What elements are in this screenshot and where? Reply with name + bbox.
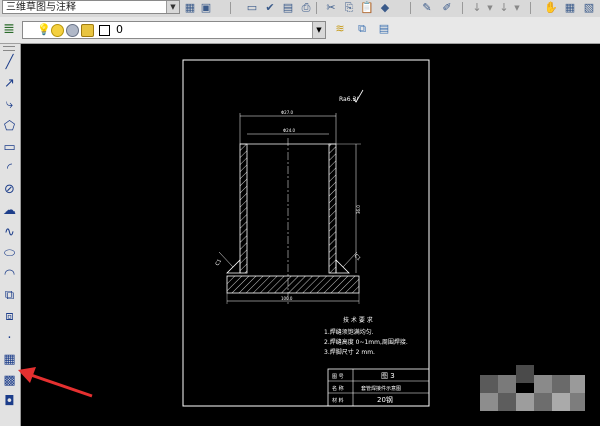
title-block-value-material: 20钢 — [377, 395, 393, 404]
table-style-icon[interactable]: ▦ — [183, 1, 197, 15]
arc-icon[interactable]: ◜ — [1, 159, 18, 179]
insert-block-icon[interactable]: ⧉ — [1, 286, 18, 306]
chamfer-left-label: C1 — [215, 258, 224, 267]
toolbar-divider — [530, 2, 531, 14]
chamfer-right-label: C1 — [353, 253, 362, 262]
point-icon[interactable]: · — [1, 329, 18, 349]
viewport-freeze-icon[interactable] — [66, 24, 79, 37]
open-file-icon[interactable]: ✔ — [263, 1, 277, 15]
layer-manager-icon[interactable]: ≣ — [3, 20, 15, 38]
brush-icon[interactable]: ✐ — [440, 1, 454, 15]
base-plate — [226, 275, 360, 294]
hatch-icon[interactable]: ▦ — [1, 350, 18, 370]
rectangle-icon[interactable]: ▭ — [1, 138, 18, 158]
layer-color-swatch — [99, 25, 110, 36]
title-block-value-drawing-no: 图 3 — [381, 372, 395, 380]
dim-outer-label: Φ27.0 — [281, 110, 294, 115]
sun-icon[interactable] — [51, 24, 64, 37]
title-block-label-material: 材 料 — [332, 397, 344, 404]
paste-icon[interactable]: 📋 — [360, 1, 374, 15]
leader-left — [218, 251, 234, 268]
ellipse-icon[interactable]: ⬭ — [1, 244, 18, 264]
save-file-icon[interactable]: ▤ — [281, 1, 295, 15]
construction-line-icon[interactable]: ↗ — [1, 74, 18, 94]
make-block-icon[interactable]: ⧈ — [1, 307, 18, 327]
toolbar-grip[interactable] — [3, 46, 15, 51]
tube-wall-right — [328, 143, 337, 274]
undo-icon[interactable]: ↓ — [470, 1, 484, 15]
tube-wall-left — [239, 143, 248, 274]
match-props-icon[interactable]: ◆ — [378, 1, 392, 15]
redo-icon[interactable]: ↓ — [497, 1, 511, 15]
layer-props-icon[interactable]: ▣ — [199, 1, 213, 15]
note-line-1: 1.焊缝须饱满均匀. — [324, 328, 374, 336]
spline-icon[interactable]: ∿ — [1, 223, 18, 243]
sheet-border — [182, 59, 430, 407]
toolbar-divider — [230, 2, 231, 14]
workspace-combo-value: 三维草图与注释 — [6, 2, 76, 13]
title-block: 图 号 图 3 名 称 套管焊接件示意图 材 料 20钢 — [327, 368, 430, 407]
dim-height-label: 36.0 — [356, 205, 361, 214]
title-block-label-drawing-no: 图 号 — [332, 374, 344, 380]
new-file-icon[interactable]: ▭ — [245, 1, 259, 15]
toolbar-divider — [410, 2, 411, 14]
dim-inner-label: Φ24.0 — [283, 128, 296, 133]
copy-icon[interactable]: ⎘ — [342, 1, 356, 15]
region-icon[interactable]: ◘ — [1, 392, 18, 412]
layer-previous-icon[interactable]: ⧉ — [355, 22, 369, 36]
zoom-previous-icon[interactable]: ▧ — [582, 1, 596, 15]
polygon-icon[interactable]: ⬠ — [1, 117, 18, 137]
title-block-label-name: 名 称 — [332, 385, 344, 392]
make-current-layer-icon[interactable]: ≋ — [333, 22, 347, 36]
print-icon[interactable]: ⎙ — [299, 1, 313, 15]
lock-icon[interactable] — [81, 24, 94, 37]
ellipse-arc-icon[interactable]: ◠ — [1, 265, 18, 285]
title-block-value-name: 套管焊接件示意图 — [361, 385, 401, 392]
toolbar-divider — [462, 2, 463, 14]
draw-toolbar: ╱ ↗ ⤷ ⬠ ▭ ◜ ⊘ ☁ ∿ ⬭ ◠ ⧉ ⧈ · ▦ ▩ ◘ — [0, 44, 21, 426]
top-toolbar: 三维草图与注释 ▼ ▦ ▣ ▭ ✔ ▤ ⎙ ✂ ⎘ 📋 ◆ ✎ ✐ ↓ ▼ ↓ … — [0, 0, 600, 18]
revision-cloud-icon[interactable]: ☁ — [1, 201, 18, 221]
layer-combo[interactable]: 💡 0 ▼ — [22, 21, 326, 39]
workspace-combo[interactable]: 三维草图与注释 ▼ — [2, 0, 180, 14]
lightbulb-icon[interactable]: 💡 — [37, 24, 51, 35]
pan-icon[interactable]: ✋ — [544, 1, 558, 15]
layer-toolbar: ≣ 💡 0 ▼ ≋ ⧉ ▤ — [0, 17, 600, 44]
layer-states-icon[interactable]: ▤ — [377, 22, 391, 36]
pixelated-watermark — [480, 365, 585, 420]
note-line-3: 3.焊脚尺寸 2 mm. — [324, 348, 375, 356]
current-layer-name: 0 — [116, 23, 123, 36]
pencil-icon[interactable]: ✎ — [420, 1, 434, 15]
notes-title: 技 术 要 求 — [343, 316, 373, 324]
redo-dropdown-icon[interactable]: ▼ — [510, 1, 524, 15]
weld-right — [335, 259, 350, 274]
toolbar-divider — [316, 2, 317, 14]
dim-base-label: 100.0 — [281, 296, 293, 301]
circle-icon[interactable]: ⊘ — [1, 180, 18, 200]
undo-dropdown-icon[interactable]: ▼ — [483, 1, 497, 15]
line-icon[interactable]: ╱ — [1, 53, 18, 73]
gradient-icon[interactable]: ▩ — [1, 371, 18, 391]
note-line-2: 2.焊缝高度 0~1mm,周围焊接. — [324, 338, 408, 346]
chevron-down-icon[interactable]: ▼ — [312, 22, 325, 38]
zoom-window-icon[interactable]: ▦ — [563, 1, 577, 15]
polyline-icon[interactable]: ⤷ — [1, 95, 18, 115]
weld-left — [226, 259, 241, 274]
cut-icon[interactable]: ✂ — [324, 1, 338, 15]
chevron-down-icon[interactable]: ▼ — [166, 1, 179, 13]
